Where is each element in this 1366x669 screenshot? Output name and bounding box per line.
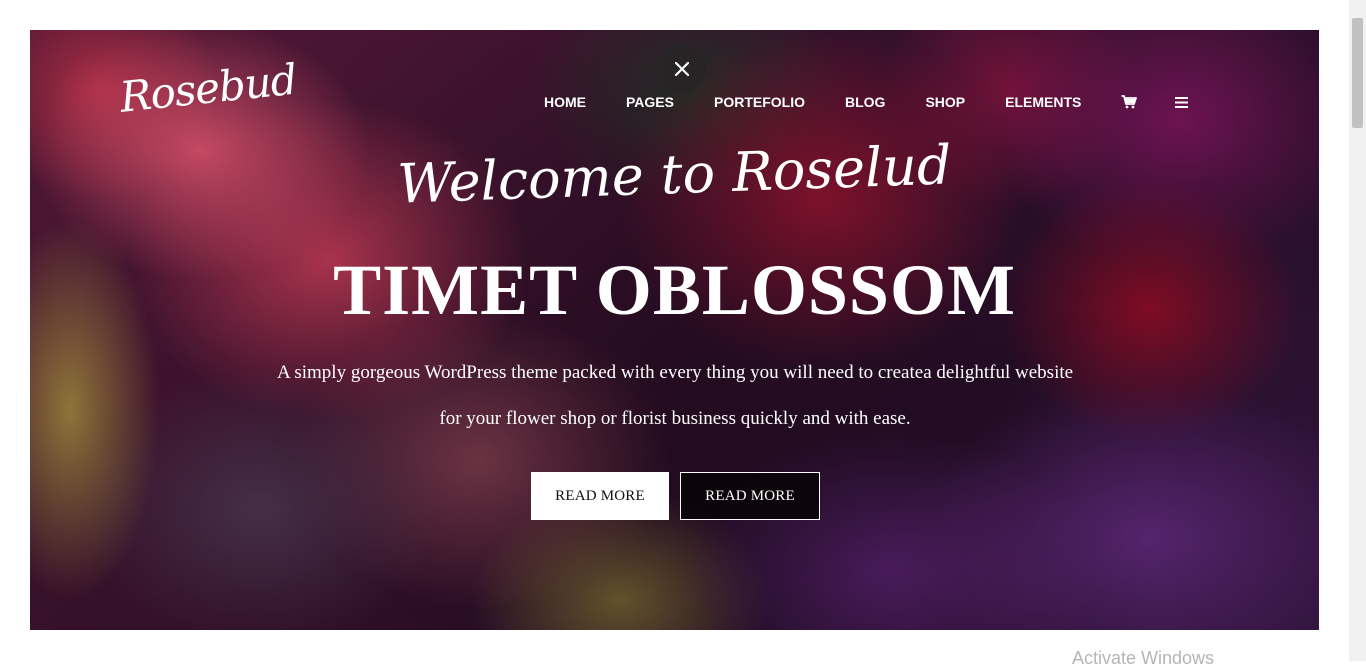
- nav-item-shop[interactable]: SHOP: [925, 94, 965, 110]
- nav-item-pages[interactable]: PAGES: [626, 94, 674, 110]
- nav-item-home[interactable]: HOME: [544, 94, 586, 110]
- welcome-script-heading: Welcome to Roselud: [396, 133, 953, 216]
- scrollbar-thumb[interactable]: [1352, 18, 1363, 128]
- nav-item-elements[interactable]: ELEMENTS: [1005, 94, 1081, 110]
- site-logo[interactable]: Rosebud: [117, 55, 298, 122]
- nav-item-portefolio[interactable]: PORTEFOLIO: [714, 94, 805, 110]
- close-icon: [674, 61, 690, 77]
- cart-icon[interactable]: [1121, 95, 1138, 109]
- page-scrollbar[interactable]: [1349, 0, 1366, 661]
- main-nav: HOME PAGES PORTEFOLIO BLOG SHOP ELEMENTS: [544, 92, 1189, 112]
- close-button[interactable]: [658, 45, 706, 93]
- menu-icon[interactable]: [1175, 96, 1189, 108]
- read-more-button-secondary[interactable]: READ MORE: [680, 472, 820, 520]
- read-more-button-primary[interactable]: READ MORE: [531, 472, 669, 520]
- hero-banner: Rosebud HOME PAGES PORTEFOLIO BLOG SHOP …: [30, 30, 1319, 630]
- hero-title: TIMET OBLOSSOM: [333, 250, 1016, 330]
- nav-item-blog[interactable]: BLOG: [845, 94, 885, 110]
- hero-description: A simply gorgeous WordPress theme packed…: [276, 362, 1074, 429]
- activate-windows-watermark: Activate Windows: [1072, 648, 1215, 668]
